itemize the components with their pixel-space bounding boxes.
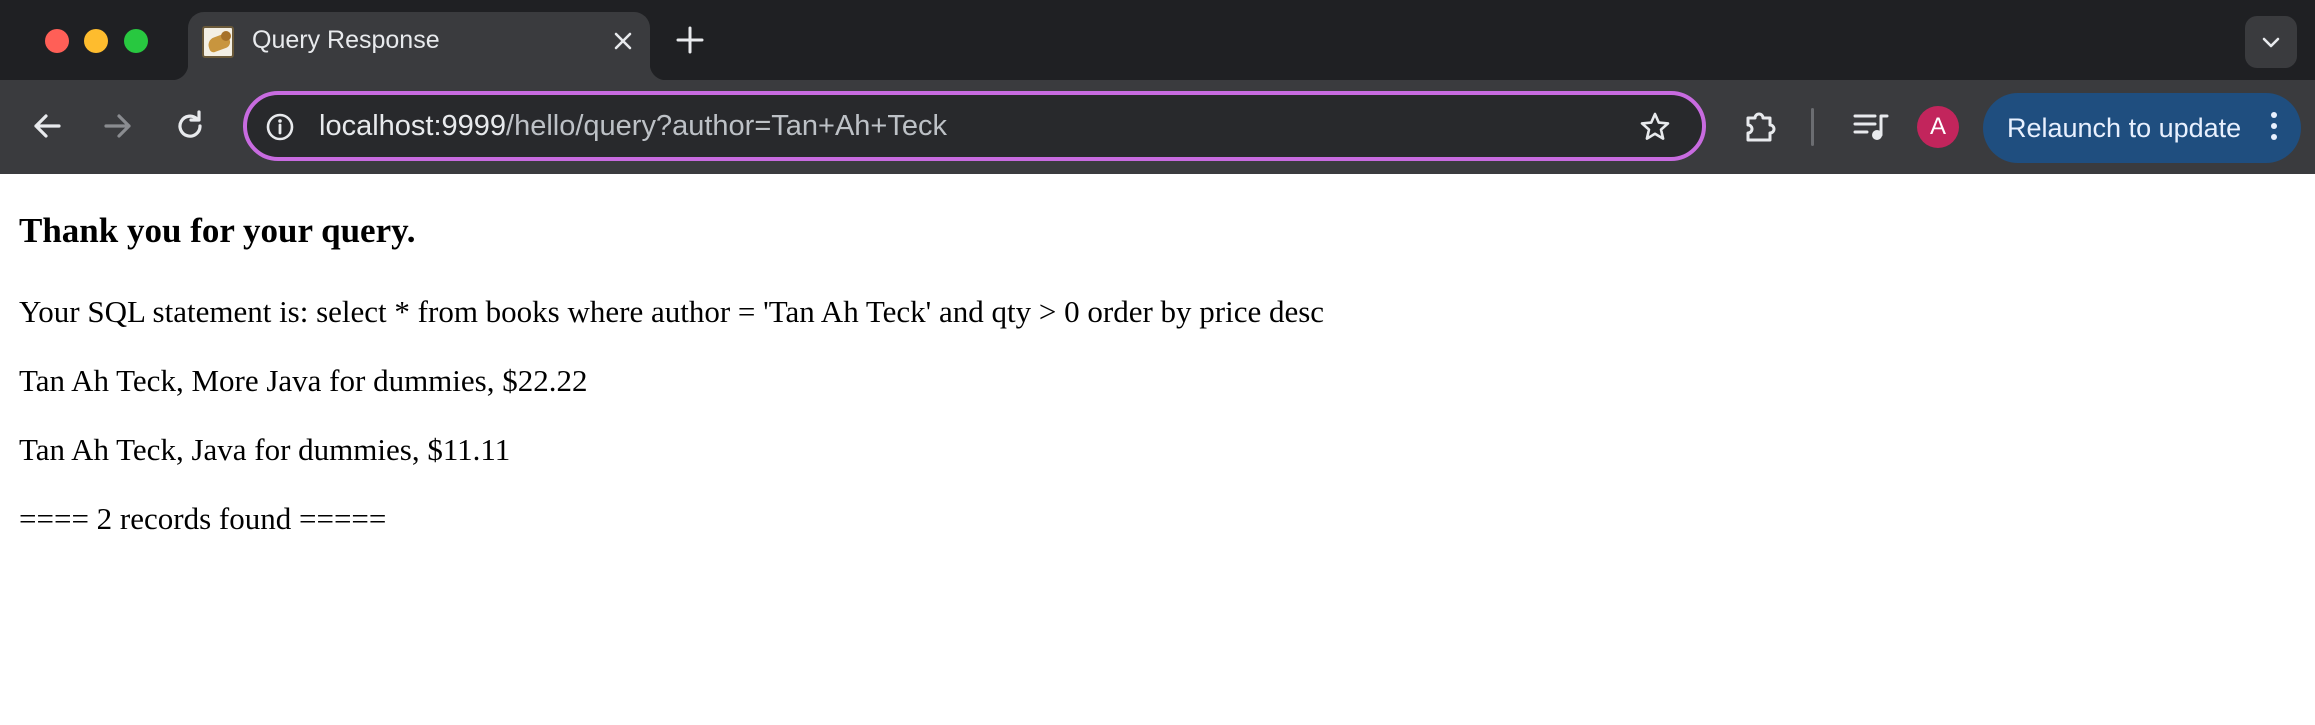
star-icon[interactable] [1638, 110, 1672, 144]
address-bar[interactable]: localhost:9999/hello/query?author=Tan+Ah… [243, 91, 1706, 161]
puzzle-icon[interactable] [1740, 106, 1780, 146]
record-line: Tan Ah Teck, Java for dummies, $11.11 [19, 432, 511, 467]
chevron-down-icon [2262, 37, 2280, 48]
url-text[interactable]: localhost:9999/hello/query?author=Tan+Ah… [319, 95, 947, 157]
window-minimize-button[interactable] [84, 29, 108, 53]
close-icon[interactable] [610, 28, 636, 54]
media-queue-icon[interactable] [1851, 108, 1891, 146]
records-summary: ==== 2 records found ===== [19, 501, 387, 536]
tomcat-favicon-icon [202, 26, 234, 58]
sql-statement-text: Your SQL statement is: select * from boo… [19, 294, 1325, 329]
relaunch-button[interactable]: Relaunch to update [1983, 93, 2301, 163]
tab-strip: Query Response [0, 0, 2315, 80]
browser-toolbar: localhost:9999/hello/query?author=Tan+Ah… [0, 80, 2315, 174]
record-line: Tan Ah Teck, More Java for dummies, $22.… [19, 363, 588, 398]
window-maximize-button[interactable] [124, 29, 148, 53]
plus-icon [676, 26, 704, 54]
window-close-button[interactable] [45, 29, 69, 53]
page-content: Thank you for your query. Your SQL state… [0, 174, 2315, 725]
forward-button[interactable] [98, 106, 138, 146]
page-heading: Thank you for your query. [19, 211, 416, 250]
kebab-menu-icon[interactable] [2269, 112, 2279, 144]
url-host: localhost:9999 [319, 110, 507, 142]
tab-title: Query Response [252, 26, 440, 54]
info-icon[interactable] [265, 112, 295, 142]
reload-icon [178, 110, 202, 138]
profile-avatar[interactable]: A [1917, 106, 1959, 148]
relaunch-label: Relaunch to update [2007, 113, 2242, 143]
tab-query-response[interactable]: Query Response [172, 12, 666, 80]
toolbar-divider [1811, 108, 1814, 146]
back-arrow-icon [34, 114, 61, 138]
forward-arrow-icon [104, 114, 131, 138]
tab-search-button[interactable] [2245, 16, 2297, 68]
reload-button[interactable] [170, 106, 210, 146]
url-path: /hello/query?author=Tan+Ah+Teck [506, 110, 947, 142]
back-button[interactable] [27, 106, 67, 146]
new-tab-button[interactable] [672, 22, 708, 58]
